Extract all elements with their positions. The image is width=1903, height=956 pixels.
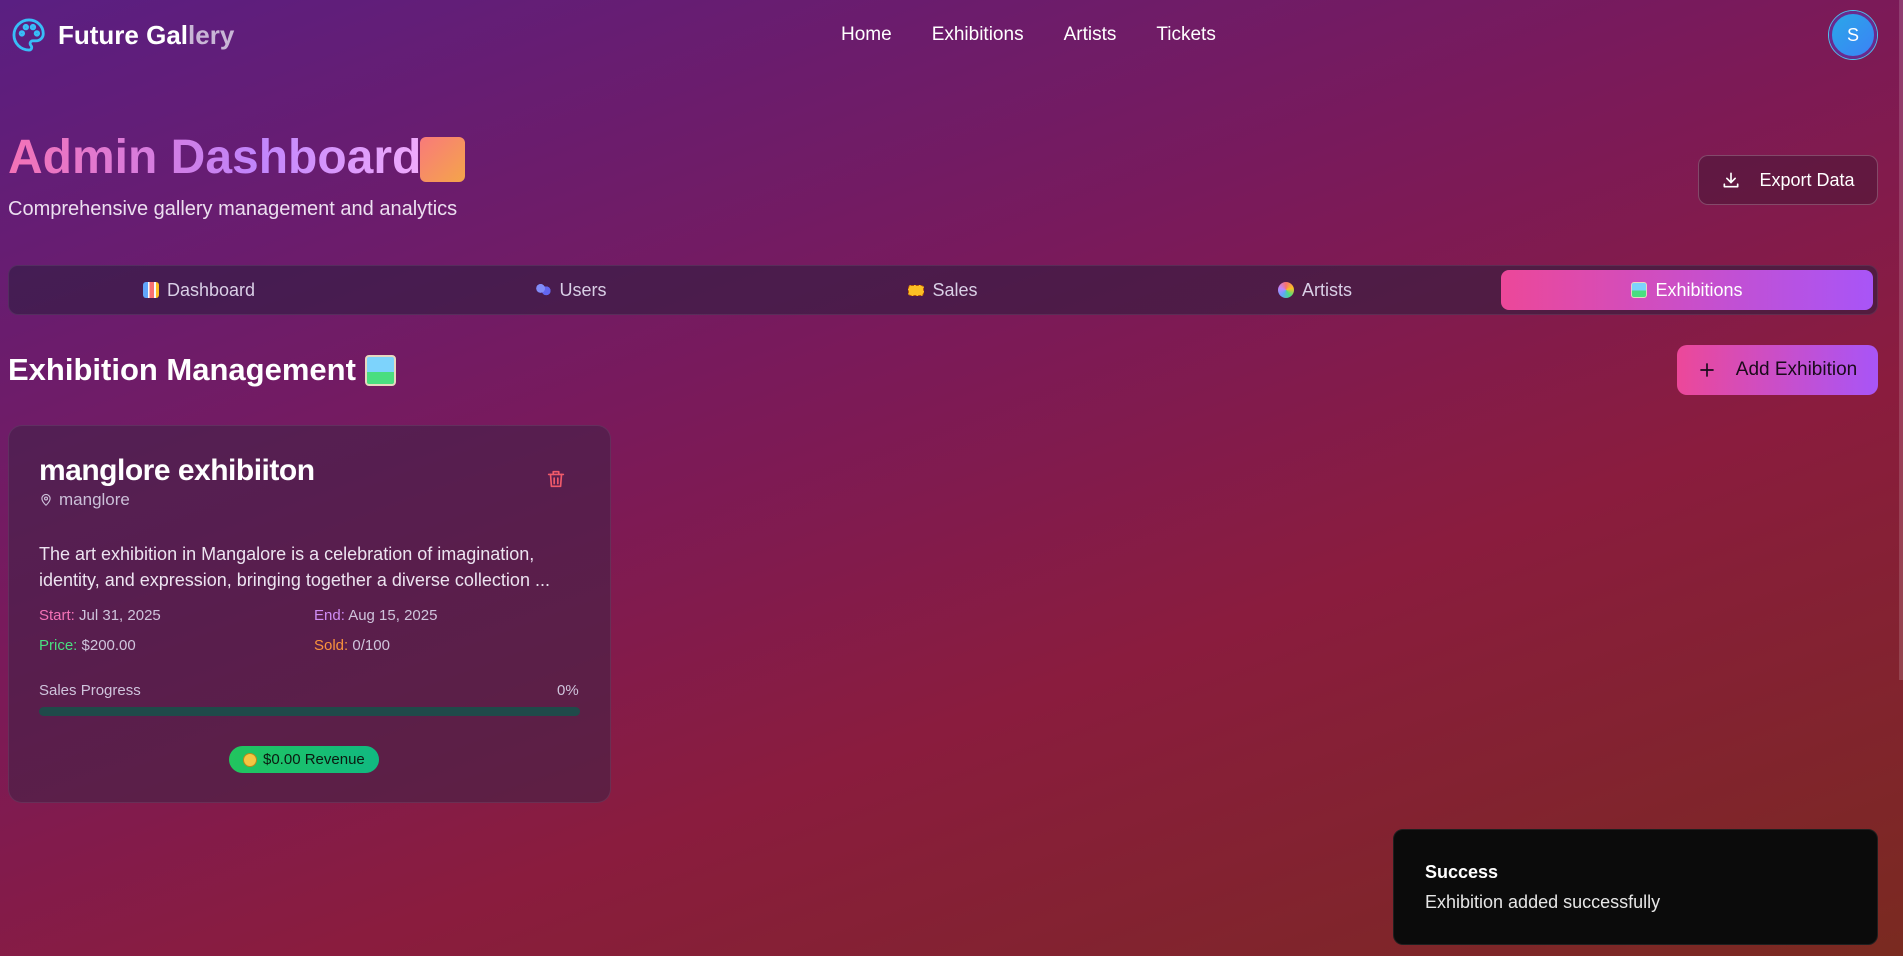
add-exhibition-button[interactable]: Add Exhibition [1677,345,1878,395]
user-avatar[interactable]: S [1829,11,1877,59]
tab-label: Sales [932,279,978,300]
tab-exhibitions[interactable]: Exhibitions [1501,270,1873,310]
download-icon [1723,172,1739,188]
tab-label: Dashboard [166,279,256,300]
sales-progress-label: Sales Progress [39,682,141,699]
title-emoji-icon [420,137,465,182]
start-value: Jul 31, 2025 [79,607,161,624]
end-date: End: Aug 15, 2025 [314,607,437,624]
palette-icon [12,18,45,52]
tickets-sold: Sold: 0/100 [314,637,390,654]
tab-label: Users [559,279,607,300]
scrollbar[interactable] [1899,0,1903,680]
top-navbar: Future Gallery Home Exhibitions Artists … [0,0,1903,70]
price-label: Price: [39,637,78,654]
price-value: $200.00 [81,637,136,654]
exhibition-card: manglore exhibiiton manglore The art exh… [8,425,611,803]
page-subtitle: Comprehensive gallery management and ana… [8,198,458,220]
ticket-icon [908,284,925,296]
nav-link-home[interactable]: Home [841,24,892,46]
end-label: End: [314,607,345,624]
ticket-price: Price: $200.00 [39,637,136,654]
nav-links: Home Exhibitions Artists Tickets [841,24,1216,46]
sold-label: Sold: [314,637,349,654]
nav-link-artists[interactable]: Artists [1064,24,1117,46]
palette-icon [1277,282,1294,298]
users-icon [535,282,552,298]
tab-label: Artists [1301,279,1352,300]
brand-name: Future Gallery [58,20,234,51]
plus-icon [1699,363,1714,377]
tab-users[interactable]: Users [385,270,757,310]
brand-name-main: Future Gal [58,19,189,50]
tab-label: Exhibitions [1655,279,1743,300]
start-date: Start: Jul 31, 2025 [39,607,161,624]
sales-progress-percent: 0% [557,682,579,699]
toast-title: Success [1425,862,1499,882]
brand[interactable]: Future Gallery [10,16,234,54]
money-bag-icon [243,752,257,767]
trash-icon[interactable] [545,468,567,490]
revenue-badge: $0.00 Revenue [229,746,379,773]
picture-icon [1631,282,1648,298]
section-title: Exhibition Management [8,352,356,387]
tab-sales[interactable]: Sales [757,270,1129,310]
nav-link-exhibitions[interactable]: Exhibitions [932,24,1024,46]
brand-name-tail: lery [188,19,235,50]
exhibition-location: manglore [39,490,130,510]
revenue-text: $0.00 Revenue [263,751,365,768]
toast-message: Exhibition added successfully [1425,892,1661,912]
map-pin-icon [41,493,51,506]
picture-icon [365,355,396,386]
nav-link-tickets[interactable]: Tickets [1156,24,1215,46]
exhibition-title: manglore exhibiiton [39,454,315,487]
page-title: Admin Dashboard [8,131,422,184]
location-text: manglore [59,490,130,509]
bar-chart-icon [142,282,159,298]
tab-dashboard[interactable]: Dashboard [13,270,385,310]
export-data-label: Export Data [1759,169,1855,190]
tab-artists[interactable]: Artists [1129,270,1501,310]
add-exhibition-label: Add Exhibition [1735,359,1858,380]
sales-progress-bar [39,707,580,716]
export-data-button[interactable]: Export Data [1698,155,1878,205]
success-toast[interactable]: Success Exhibition added successfully [1393,829,1878,945]
start-label: Start: [39,607,75,624]
sold-value: 0/100 [352,637,390,654]
admin-tabs: Dashboard Users Sales Artists Exhibition… [8,265,1878,315]
end-value: Aug 15, 2025 [348,607,438,624]
exhibition-description: The art exhibition in Mangalore is a cel… [39,544,550,590]
